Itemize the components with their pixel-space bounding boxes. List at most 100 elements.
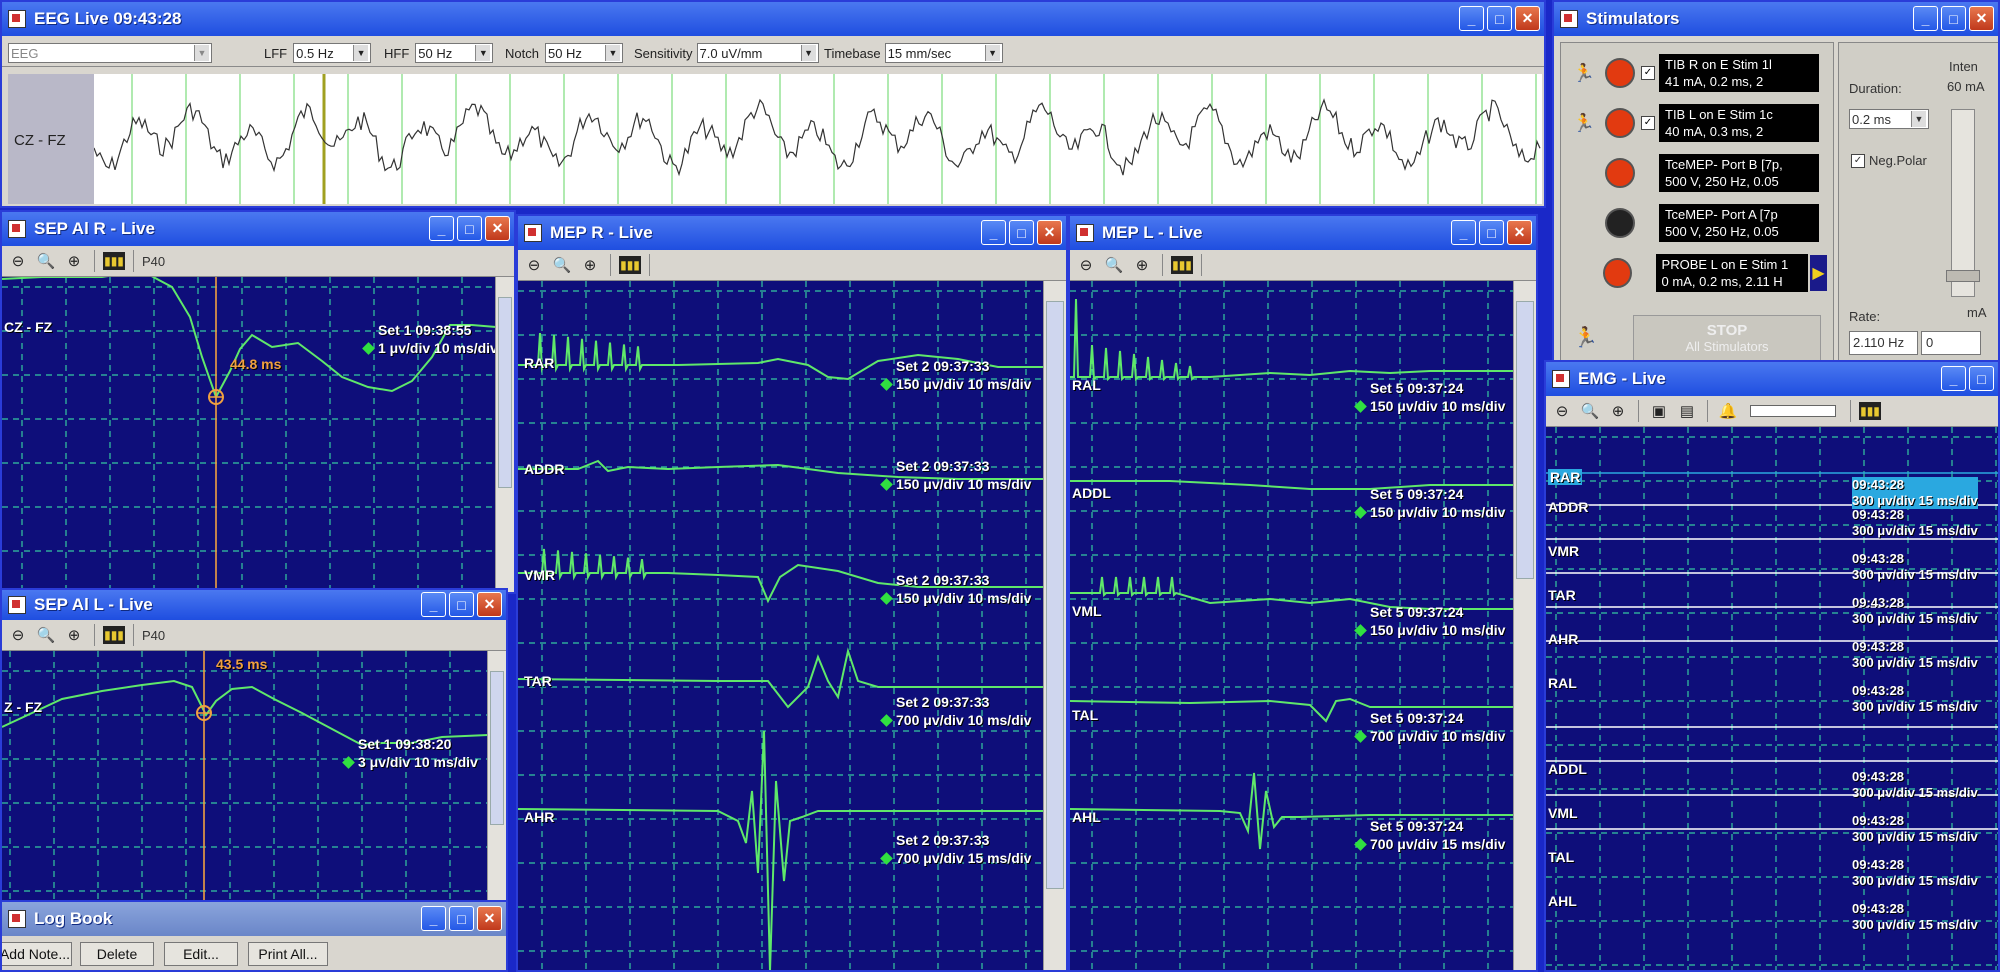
sep-l-plot[interactable]: Z - FZ 43.5 ms Set 1 09:38:20 3 μv/div 1…: [2, 651, 488, 904]
eeg-titlebar[interactable]: EEG Live 09:43:28 _ □ ✕: [2, 2, 1544, 36]
close-button[interactable]: ✕: [1037, 220, 1062, 245]
vertical-scrollbar[interactable]: [495, 277, 514, 592]
zoom-fit-icon[interactable]: 🔍: [1102, 254, 1126, 276]
zoom-in-icon[interactable]: ⊕: [1606, 400, 1630, 422]
maximize-button[interactable]: □: [1479, 220, 1504, 245]
emg-plot[interactable]: RAR ADDR VMR TAR AHR RAL ADDL VML TAL AH…: [1546, 427, 1998, 970]
stop-all-button[interactable]: STOP All Stimulators: [1633, 315, 1821, 363]
minimize-button[interactable]: _: [981, 220, 1006, 245]
play-arrow-icon[interactable]: ▶: [1809, 255, 1828, 291]
bar-chart-icon[interactable]: ▮▮▮: [1859, 402, 1881, 420]
hff-select[interactable]: 50 Hz ▼: [415, 43, 494, 63]
maximize-button[interactable]: □: [457, 216, 482, 241]
sep-r-titlebar[interactable]: SEP Al R - Live _ □ ✕: [2, 212, 514, 246]
intensity-slider[interactable]: [1946, 109, 1980, 297]
stim-status-dot[interactable]: [1605, 108, 1635, 138]
stim-info[interactable]: TIB L on E Stim 1c 40 mA, 0.3 ms, 2: [1659, 104, 1819, 142]
mep-l-plot[interactable]: RAL ADDL VML TAL AHL Set 5 09:37:24 150 μ…: [1070, 281, 1514, 970]
maximize-button[interactable]: □: [1969, 366, 1994, 391]
vertical-scrollbar[interactable]: [487, 651, 506, 904]
vertical-scrollbar[interactable]: [1513, 281, 1536, 970]
monitor-icon[interactable]: ▣: [1647, 400, 1671, 422]
stim-enable-checkbox[interactable]: ✓: [1641, 116, 1655, 130]
mep-r-plot[interactable]: RAR ADDR VMR TAR AHR Set 2 09:37:33 150 μ…: [518, 281, 1044, 970]
close-button[interactable]: ✕: [477, 592, 502, 617]
stim-enable-checkbox[interactable]: ✓: [1641, 66, 1655, 80]
emg-titlebar[interactable]: EMG - Live _ □: [1546, 362, 1998, 396]
bar-chart-icon[interactable]: ▮▮▮: [103, 626, 125, 644]
minimize-button[interactable]: _: [421, 592, 446, 617]
edit-button[interactable]: Edit...: [164, 942, 238, 966]
bell-icon[interactable]: 🔔: [1716, 400, 1740, 422]
stim-info[interactable]: TceMEP- Port A [7p 500 V, 250 Hz, 0.05: [1659, 204, 1819, 242]
stim-status-dot[interactable]: [1605, 58, 1635, 88]
close-button[interactable]: ✕: [477, 906, 502, 931]
zoom-in-icon[interactable]: ⊕: [62, 624, 86, 646]
zoom-fit-icon[interactable]: 🔍: [34, 624, 58, 646]
minimize-button[interactable]: _: [1451, 220, 1476, 245]
maximize-button[interactable]: □: [449, 906, 474, 931]
minimize-button[interactable]: _: [421, 906, 446, 931]
close-button[interactable]: ✕: [1507, 220, 1532, 245]
zoom-in-icon[interactable]: ⊕: [1130, 254, 1154, 276]
zoom-fit-icon[interactable]: 🔍: [34, 250, 58, 272]
stim-run-icon[interactable]: 🏃: [1569, 53, 1599, 93]
stim-row[interactable]: TceMEP- Port B [7p, 500 V, 250 Hz, 0.05: [1569, 151, 1827, 195]
minimize-button[interactable]: _: [429, 216, 454, 241]
sep-r-plot[interactable]: CZ - FZ 44.8 ms Set 1 09:38:55 1 μv/div …: [2, 277, 496, 592]
stim-row[interactable]: TceMEP- Port A [7p 500 V, 250 Hz, 0.05: [1569, 201, 1827, 245]
delete-button[interactable]: Delete: [80, 942, 154, 966]
zoom-fit-icon[interactable]: 🔍: [1578, 400, 1602, 422]
duration-select[interactable]: 0.2 ms ▼: [1849, 109, 1929, 129]
timebase-select[interactable]: 15 mm/sec ▼: [884, 43, 1003, 63]
rate-field[interactable]: 2.110 Hz: [1849, 331, 1918, 355]
sep-l-titlebar[interactable]: SEP Al L - Live _ □ ✕: [2, 590, 506, 620]
vertical-scrollbar[interactable]: [1043, 281, 1066, 970]
stim-run-icon[interactable]: 🏃: [1569, 103, 1599, 143]
settings-icon[interactable]: ▤: [1675, 400, 1699, 422]
stim-row[interactable]: PROBE L on E Stim 10 mA, 0.2 ms, 2.11 H …: [1569, 251, 1828, 295]
stim-status-dot[interactable]: [1605, 158, 1635, 188]
eeg-montage-select[interactable]: EEG ▼: [8, 40, 212, 66]
bar-chart-icon[interactable]: ▮▮▮: [103, 252, 125, 270]
neg-polar-checkbox[interactable]: ✓ Neg.Polar: [1851, 153, 1927, 168]
mep-l-titlebar[interactable]: MEP L - Live _ □ ✕: [1070, 216, 1536, 250]
volume-slider[interactable]: [1750, 405, 1836, 417]
stim-row[interactable]: 🏃 ✓ TIB R on E Stim 1l 41 mA, 0.2 ms, 2: [1569, 51, 1827, 95]
stim-run-icon[interactable]: 🏃: [1573, 325, 1598, 350]
zoom-in-icon[interactable]: ⊕: [62, 250, 86, 272]
maximize-button[interactable]: □: [449, 592, 474, 617]
maximize-button[interactable]: □: [1941, 6, 1966, 31]
stim-info[interactable]: PROBE L on E Stim 10 mA, 0.2 ms, 2.11 H: [1655, 254, 1808, 292]
stim-status-dot[interactable]: [1605, 208, 1635, 238]
close-button[interactable]: ✕: [1969, 6, 1994, 31]
minimize-button[interactable]: _: [1913, 6, 1938, 31]
zoom-out-icon[interactable]: ⊖: [6, 624, 30, 646]
minimize-button[interactable]: _: [1941, 366, 1966, 391]
lff-select[interactable]: 0.5 Hz ▼: [293, 43, 372, 63]
zoom-fit-icon[interactable]: 🔍: [550, 254, 574, 276]
sensitivity-select[interactable]: 7.0 uV/mm ▼: [696, 43, 819, 63]
stimulators-titlebar[interactable]: Stimulators _ □ ✕: [1554, 2, 1998, 36]
zoom-out-icon[interactable]: ⊖: [1550, 400, 1574, 422]
maximize-button[interactable]: □: [1009, 220, 1034, 245]
stim-info[interactable]: TceMEP- Port B [7p, 500 V, 250 Hz, 0.05: [1659, 154, 1819, 192]
zoom-out-icon[interactable]: ⊖: [1074, 254, 1098, 276]
add-note-button[interactable]: Add Note...: [2, 942, 72, 966]
mep-r-titlebar[interactable]: MEP R - Live _ □ ✕: [518, 216, 1066, 250]
notch-select[interactable]: 50 Hz ▼: [544, 43, 623, 63]
bar-chart-icon[interactable]: ▮▮▮: [619, 256, 641, 274]
zoom-in-icon[interactable]: ⊕: [578, 254, 602, 276]
print-all-button[interactable]: Print All...: [248, 942, 328, 966]
maximize-button[interactable]: □: [1487, 6, 1512, 31]
stim-row[interactable]: 🏃 ✓ TIB L on E Stim 1c 40 mA, 0.3 ms, 2: [1569, 101, 1827, 145]
zoom-out-icon[interactable]: ⊖: [522, 254, 546, 276]
zoom-out-icon[interactable]: ⊖: [6, 250, 30, 272]
stim-info[interactable]: TIB R on E Stim 1l 41 mA, 0.2 ms, 2: [1659, 54, 1819, 92]
slider-thumb[interactable]: [1946, 270, 1980, 282]
stim-status-dot[interactable]: [1603, 258, 1633, 288]
close-button[interactable]: ✕: [485, 216, 510, 241]
close-button[interactable]: ✕: [1515, 6, 1540, 31]
minimize-button[interactable]: _: [1459, 6, 1484, 31]
zero-field[interactable]: 0: [1921, 331, 1981, 355]
